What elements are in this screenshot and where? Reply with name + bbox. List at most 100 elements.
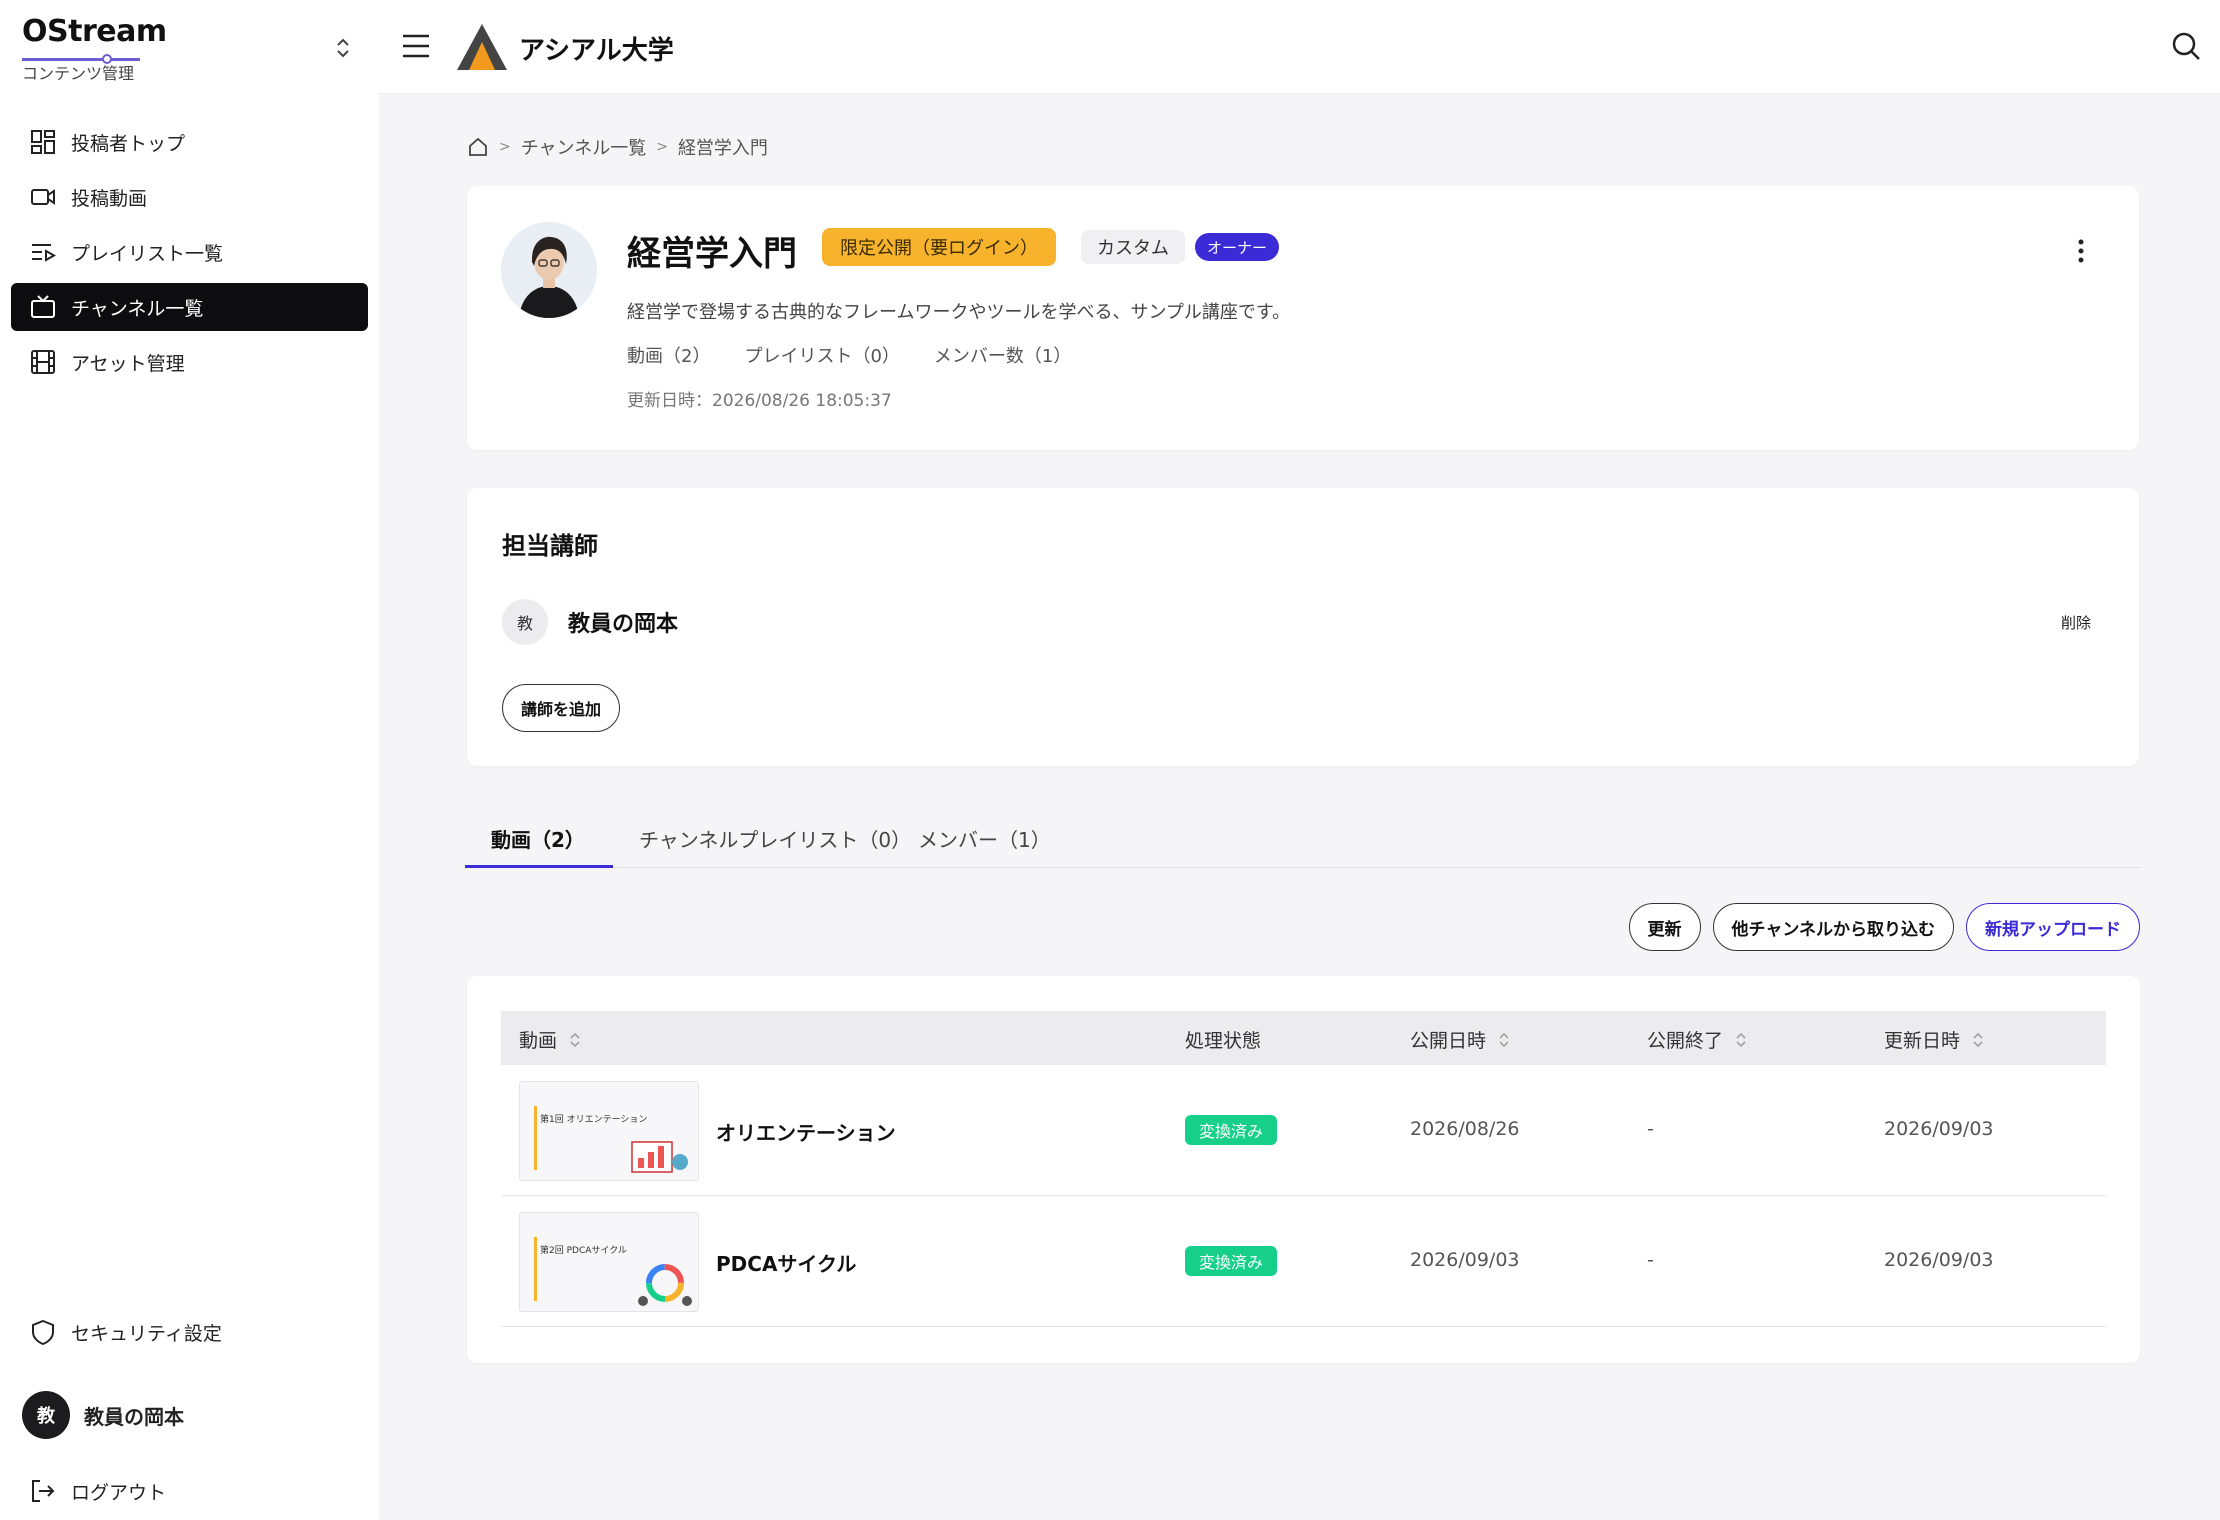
video-title[interactable]: オリエンテーション	[716, 1117, 896, 1146]
column-header-updated[interactable]: 更新日時	[1884, 1026, 1984, 1053]
sidebar-item-label: 投稿者トップ	[71, 132, 186, 155]
breadcrumb-channel-list[interactable]: チャンネル一覧	[521, 134, 646, 160]
user-profile[interactable]: 教 教員の岡本	[22, 1391, 184, 1439]
tv-icon	[31, 295, 55, 318]
top-header: アシアル大学	[379, 0, 2220, 94]
instructor-row: 教 教員の岡本	[502, 599, 678, 645]
new-upload-button[interactable]: 新規アップロード	[1966, 903, 2140, 951]
logout-button[interactable]: ログアウト	[29, 1477, 166, 1505]
table-header: 動画 処理状態 公開日時 公開終了 更新日時	[501, 1011, 2106, 1065]
more-options-icon[interactable]	[2077, 238, 2085, 264]
sort-icon	[570, 1032, 580, 1047]
breadcrumb-separator: >	[656, 139, 668, 155]
thumbnail-accent	[534, 1106, 537, 1170]
thumbnail-title: 第2回 PDCAサイクル	[540, 1246, 627, 1256]
stat-videos: 動画（2）	[627, 346, 711, 367]
breadcrumb-separator: >	[499, 139, 511, 155]
channel-updated-at: 更新日時：2026/08/26 18:05:37	[627, 391, 892, 411]
active-tab-indicator	[465, 865, 613, 868]
app-logo[interactable]: OStream	[22, 14, 167, 64]
add-instructor-button[interactable]: 講師を追加	[502, 684, 621, 732]
column-header-published[interactable]: 公開日時	[1410, 1026, 1510, 1053]
sidebar-item-videos[interactable]: 投稿動画	[11, 173, 368, 221]
instructor-name: 教員の岡本	[568, 612, 679, 637]
channel-stats: 動画（2） プレイリスト（0） メンバー数（1）	[627, 342, 1071, 368]
status-badge: 変換済み	[1185, 1115, 1278, 1145]
content-tabs: 動画（2） チャンネルプレイリスト（0） メンバー（1）	[465, 806, 2141, 868]
refresh-button[interactable]: 更新	[1628, 903, 1701, 951]
delete-instructor-button[interactable]: 削除	[2061, 612, 2091, 633]
table-row[interactable]: 第1回 オリエンテーション オリエンテーション 変換済み 2026/08/26 …	[501, 1065, 2106, 1196]
channel-info-card: 経営学入門 限定公開（要ログイン） カスタム オーナー 経営学で登場する古典的な…	[467, 186, 2139, 450]
chevron-up-down-icon[interactable]	[334, 36, 352, 60]
sidebar-item-playlists[interactable]: プレイリスト一覧	[11, 228, 368, 276]
sidebar: OStream コンテンツ管理 投稿者トップ 投稿動画 プレイリスト一覧 チャン…	[0, 0, 379, 1520]
sidebar-item-label: 投稿動画	[71, 187, 148, 210]
user-name: 教員の岡本	[84, 1404, 184, 1429]
instructors-title: 担当講師	[502, 532, 598, 560]
visibility-badge: 限定公開（要ログイン）	[822, 228, 1056, 266]
video-thumbnail[interactable]: 第2回 PDCAサイクル	[519, 1212, 699, 1312]
status-badge: 変換済み	[1185, 1246, 1278, 1276]
page-title: 経営学入門	[627, 234, 797, 274]
updated-date: 2026/09/03	[1884, 1118, 1994, 1140]
published-date: 2026/09/03	[1410, 1249, 1520, 1271]
sidebar-nav: 投稿者トップ 投稿動画 プレイリスト一覧 チャンネル一覧 アセット管理	[11, 118, 368, 393]
type-badge: カスタム	[1081, 230, 1185, 264]
security-label: セキュリティ設定	[71, 1322, 222, 1345]
column-header-ended[interactable]: 公開終了	[1647, 1026, 1747, 1053]
avatar: 教	[502, 599, 548, 645]
hamburger-menu-icon[interactable]	[401, 32, 431, 60]
tab-channel-playlists[interactable]: チャンネルプレイリスト（0）	[639, 824, 911, 853]
column-header-label: 公開日時	[1410, 1030, 1487, 1052]
import-from-channel-button[interactable]: 他チャンネルから取り込む	[1712, 903, 1954, 951]
sidebar-item-assets[interactable]: アセット管理	[11, 338, 368, 386]
thumbnail-title: 第1回 オリエンテーション	[540, 1115, 648, 1125]
shield-icon	[32, 1319, 54, 1346]
sidebar-item-label: プレイリスト一覧	[71, 242, 224, 265]
channel-description: 経営学で登場する古典的なフレームワークやツールを学べる、サンプル講座です。	[627, 302, 1291, 323]
sidebar-item-creator-top[interactable]: 投稿者トップ	[11, 118, 368, 166]
sidebar-item-channels[interactable]: チャンネル一覧	[11, 283, 368, 331]
published-date: 2026/08/26	[1410, 1118, 1520, 1140]
sort-icon	[1973, 1032, 1983, 1047]
stat-playlists: プレイリスト（0）	[744, 346, 900, 367]
logout-label: ログアウト	[71, 1481, 167, 1504]
sort-icon	[1499, 1032, 1509, 1047]
cycle-diagram-icon	[638, 1264, 692, 1306]
brand-logo-icon[interactable]	[455, 22, 509, 72]
breadcrumb-current: 経営学入門	[677, 138, 768, 159]
video-camera-icon	[31, 189, 55, 205]
logo-text: OStream	[22, 14, 167, 49]
breadcrumb: > チャンネル一覧 > 経営学入門	[467, 134, 768, 160]
video-actions: 更新 他チャンネルから取り込む 新規アップロード	[1628, 903, 2140, 951]
chart-illustration-icon	[631, 1141, 688, 1173]
sidebar-item-label: アセット管理	[71, 352, 185, 375]
video-table-card: 動画 処理状態 公開日時 公開終了 更新日時 第1回 オリエンテーション オリエ…	[467, 976, 2140, 1363]
playlist-icon	[32, 244, 57, 262]
channel-avatar	[501, 222, 597, 318]
search-icon[interactable]	[2170, 30, 2202, 62]
tab-members[interactable]: メンバー（1）	[918, 824, 1051, 853]
home-icon[interactable]	[467, 136, 489, 158]
updated-date: 2026/09/03	[1884, 1249, 1994, 1271]
column-header-video[interactable]: 動画	[519, 1026, 581, 1053]
tab-videos[interactable]: 動画（2）	[491, 824, 585, 853]
avatar: 教	[22, 1391, 70, 1439]
ended-date: -	[1647, 1118, 1654, 1140]
instructors-card: 担当講師 教 教員の岡本 削除 講師を追加	[467, 488, 2139, 766]
column-header-label: 処理状態	[1185, 1030, 1262, 1052]
column-header-label: 更新日時	[1884, 1030, 1961, 1052]
table-row[interactable]: 第2回 PDCAサイクル PDCAサイクル 変換済み 2026/09/03 - …	[501, 1196, 2106, 1327]
video-title[interactable]: PDCAサイクル	[716, 1248, 856, 1277]
sidebar-item-security[interactable]: セキュリティ設定	[29, 1318, 222, 1346]
brand-name[interactable]: アシアル大学	[519, 30, 674, 67]
column-header-label: 動画	[519, 1030, 558, 1052]
sidebar-item-label: チャンネル一覧	[71, 297, 204, 320]
ended-date: -	[1647, 1249, 1654, 1271]
video-thumbnail[interactable]: 第1回 オリエンテーション	[519, 1081, 699, 1181]
logout-icon	[32, 1480, 55, 1502]
role-badge: オーナー	[1195, 233, 1280, 261]
film-icon	[31, 350, 55, 374]
app-subtitle: コンテンツ管理	[22, 64, 135, 83]
